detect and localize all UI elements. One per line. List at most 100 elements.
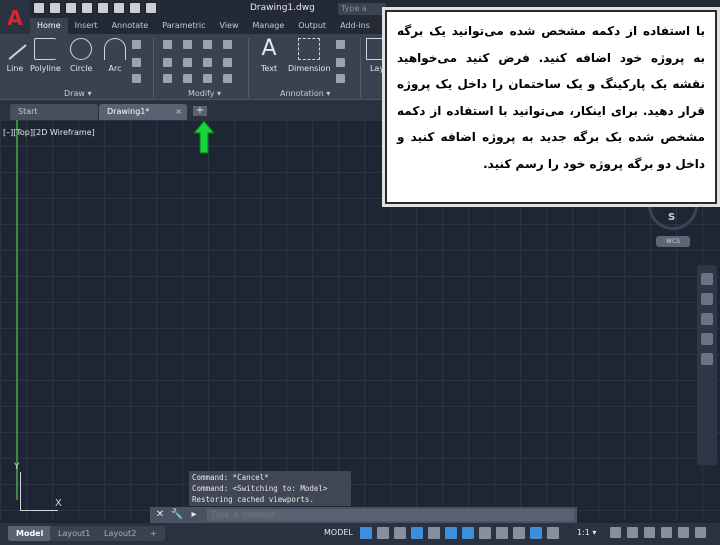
polyline-tool-button[interactable]: Polyline	[30, 38, 61, 73]
array-icon[interactable]	[203, 74, 212, 83]
compass-south-label[interactable]: S	[668, 212, 675, 223]
close-tab-icon[interactable]: ×	[175, 104, 182, 120]
tab-view[interactable]: View	[213, 18, 246, 34]
search-keyword-input[interactable]: Type a	[338, 3, 386, 15]
leader-icon[interactable]	[336, 58, 345, 67]
offset-icon[interactable]	[223, 74, 232, 83]
undo-icon[interactable]	[114, 3, 124, 13]
selection-cycling-icon[interactable]	[513, 527, 525, 539]
save-as-icon[interactable]	[82, 3, 92, 13]
orbit-icon[interactable]	[701, 333, 713, 345]
linear-dim-icon[interactable]	[336, 40, 345, 49]
fillet-icon[interactable]	[203, 58, 212, 67]
text-tool-button[interactable]: A Text	[258, 38, 280, 74]
pan-icon[interactable]	[701, 293, 713, 305]
annotation-scale-dropdown[interactable]: 1:1 ▾	[577, 528, 596, 537]
explode-icon[interactable]	[223, 58, 232, 67]
tab-drawing1[interactable]: Drawing1* ×	[99, 104, 187, 120]
print-icon[interactable]	[98, 3, 108, 13]
line-icon	[3, 38, 27, 60]
line-label: Line	[6, 64, 24, 73]
gradient-icon[interactable]	[132, 74, 141, 83]
dimension-tool-button[interactable]: Dimension	[288, 38, 331, 73]
grid-icon[interactable]	[360, 527, 372, 539]
command-line: ✕ 🔧 ▸	[150, 507, 577, 523]
redo-icon[interactable]	[130, 3, 140, 13]
tab-drawing1-label: Drawing1*	[107, 107, 150, 116]
wcs-menu[interactable]: WCS	[656, 236, 690, 247]
rectangle-icon[interactable]	[132, 40, 141, 49]
window-title: Drawing1.dwg	[250, 3, 315, 13]
clean-screen-icon[interactable]	[678, 527, 689, 538]
tab-model[interactable]: Model	[8, 526, 52, 541]
panel-divider	[248, 38, 249, 98]
auto-scale-icon[interactable]	[547, 527, 559, 539]
zoom-extents-icon[interactable]	[701, 313, 713, 325]
annotation-panel-label[interactable]: Annotation ▾	[280, 89, 330, 98]
table-icon[interactable]	[336, 74, 345, 83]
tab-start[interactable]: Start	[10, 104, 98, 120]
close-command-line-icon[interactable]: ✕	[153, 508, 167, 522]
object-snap-tracking-icon[interactable]	[445, 527, 457, 539]
model-space-button[interactable]: MODEL	[324, 528, 353, 537]
tab-layout1[interactable]: Layout1	[50, 526, 99, 541]
isolate-objects-icon[interactable]	[644, 527, 655, 538]
open-file-icon[interactable]	[50, 3, 60, 13]
lineweight-icon[interactable]	[479, 527, 491, 539]
mirror-icon[interactable]	[183, 58, 192, 67]
rotate-icon[interactable]	[183, 40, 192, 49]
tab-add-ins[interactable]: Add-ins	[333, 18, 377, 34]
transparency-icon[interactable]	[496, 527, 508, 539]
share-icon[interactable]	[146, 3, 156, 13]
command-input[interactable]	[207, 509, 574, 521]
command-history-line: Command: *Cancel*	[192, 473, 269, 482]
ucs-x-label: X	[55, 498, 62, 509]
viewport-controls-label[interactable]: [–][Top][2D Wireframe]	[3, 128, 95, 137]
snap-icon[interactable]	[377, 527, 389, 539]
circle-label: Circle	[70, 64, 93, 73]
scale-icon[interactable]	[183, 74, 192, 83]
tab-home[interactable]: Home	[30, 18, 68, 34]
hardware-acceleration-icon[interactable]	[661, 527, 672, 538]
move-icon[interactable]	[163, 40, 172, 49]
erase-icon[interactable]	[223, 40, 232, 49]
tutorial-annotation-box: با استفاده از دکمه مشخص شده می‌توانید یک…	[382, 7, 720, 207]
isodraft-icon[interactable]	[428, 527, 440, 539]
tab-manage[interactable]: Manage	[246, 18, 292, 34]
tab-output[interactable]: Output	[291, 18, 333, 34]
recent-commands-icon[interactable]: ▸	[187, 508, 201, 522]
dimension-label: Dimension	[288, 64, 331, 73]
new-file-icon[interactable]	[34, 3, 44, 13]
circle-tool-button[interactable]: Circle	[70, 38, 92, 73]
line-tool-button[interactable]: Line	[3, 38, 27, 73]
command-history-line: Restoring cached viewports.	[192, 495, 314, 504]
arc-tool-button[interactable]: Arc	[104, 38, 126, 73]
tab-layout2[interactable]: Layout2	[96, 526, 145, 541]
annotation-monitor-icon[interactable]	[627, 527, 638, 538]
customize-wrench-icon[interactable]: 🔧	[170, 508, 184, 522]
stretch-icon[interactable]	[163, 74, 172, 83]
draw-panel-label[interactable]: Draw ▾	[64, 89, 91, 98]
dimension-icon	[298, 38, 321, 60]
save-icon[interactable]	[66, 3, 76, 13]
showmotion-icon[interactable]	[701, 353, 713, 365]
annotation-visibility-icon[interactable]	[530, 527, 542, 539]
tab-parametric[interactable]: Parametric	[155, 18, 212, 34]
ortho-icon[interactable]	[394, 527, 406, 539]
modify-panel-label[interactable]: Modify ▾	[188, 89, 221, 98]
copy-icon[interactable]	[163, 58, 172, 67]
add-layout-button[interactable]: +	[142, 526, 165, 541]
polar-icon[interactable]	[411, 527, 423, 539]
full-navigation-wheel-icon[interactable]	[701, 273, 713, 285]
tab-annotate[interactable]: Annotate	[105, 18, 156, 34]
trim-icon[interactable]	[203, 40, 212, 49]
tab-insert[interactable]: Insert	[68, 18, 105, 34]
new-drawing-tab-button[interactable]: +	[193, 106, 207, 116]
object-snap-icon[interactable]	[462, 527, 474, 539]
application-menu-button[interactable]: A	[0, 0, 30, 36]
arc-label: Arc	[108, 64, 122, 73]
hatch-icon[interactable]	[132, 58, 141, 67]
text-label: Text	[260, 64, 278, 73]
workspace-gear-icon[interactable]	[610, 527, 621, 538]
customization-menu-icon[interactable]	[695, 527, 706, 538]
